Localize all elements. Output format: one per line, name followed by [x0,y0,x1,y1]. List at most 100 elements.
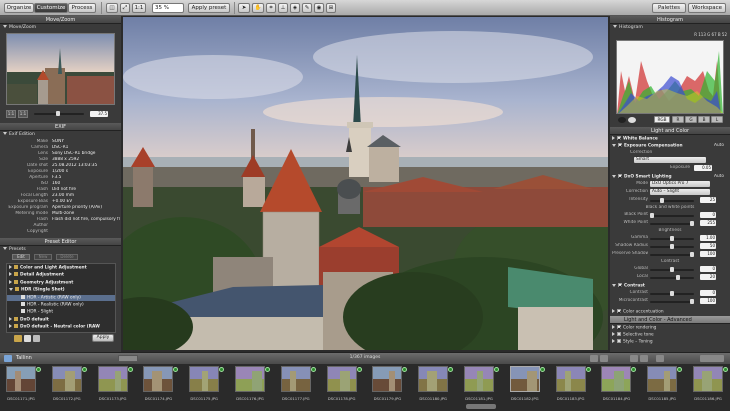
white-balance-section[interactable]: White Balance [612,136,728,142]
thumbnail[interactable] [280,366,311,392]
exposure-comp-section[interactable]: Exposure Compensation Auto [612,143,728,149]
tab-process[interactable]: Process [68,3,96,13]
thumbnail[interactable] [6,366,36,392]
thumbnail[interactable] [509,366,540,392]
preset-delete-button[interactable]: Delete [56,254,78,260]
exif-header[interactable]: EXIF [0,123,121,131]
preset-item[interactable]: DxO default [7,316,115,323]
fit-icon[interactable]: ⤢ [120,3,130,13]
contrast-value[interactable]: 0 [700,290,716,296]
apply-button[interactable]: Apply [92,334,114,342]
light-color-advanced-header[interactable]: Light and Color - Advanced [610,316,730,324]
shadow-clip-icon[interactable] [618,117,626,123]
preset-item[interactable]: DxO default - Neutral color (RAW [7,324,115,330]
straighten-icon[interactable]: ⊥ [278,3,288,13]
thumbnail[interactable] [464,366,494,392]
channel-button-r[interactable]: R [672,116,684,123]
local-value[interactable]: 20 [700,274,716,280]
gamma-slider[interactable] [650,236,694,241]
gamma-value[interactable]: 1.00 [700,235,716,241]
redeye-icon[interactable]: ◉ [314,3,324,13]
microcontrast-value[interactable]: 100 [700,298,716,304]
move-zoom-header[interactable]: Move/Zoom [0,16,121,24]
correction-select[interactable]: Smart [634,157,706,163]
global-value[interactable]: 0 [700,266,716,272]
filmstrip-scrollbar[interactable] [466,404,496,409]
preset-item[interactable]: HDR - Realistic (RAW only) [7,302,115,308]
preset-item[interactable]: Geometry Adjustment [7,279,115,286]
zoom-ratio-button[interactable]: 1:1 [132,3,146,13]
thumbnail[interactable] [51,366,82,392]
contrast-slider[interactable] [650,291,694,296]
workspace-menu[interactable]: Workspace [688,3,726,13]
compare-icon[interactable]: ◫ [106,3,118,13]
thumbnail[interactable] [647,366,678,392]
thumbnail[interactable] [601,366,632,392]
intensity-value[interactable]: 25 [700,197,716,203]
preset-item[interactable]: HDR - Artistic (RAW only) [7,294,115,301]
microcontrast-slider[interactable] [650,299,694,304]
channel-button-g[interactable]: G [685,116,697,123]
color-rendering-section[interactable]: Color rendering [612,325,728,331]
hand-icon[interactable]: ✋ [252,3,264,13]
palettes-menu[interactable]: Palettes [652,3,686,13]
thumbnail[interactable] [418,366,449,392]
smart-lighting-section[interactable]: DxO Smart Lighting Auto [612,174,728,180]
rotate-right-button[interactable] [640,355,648,362]
filter-button[interactable] [118,355,138,362]
star-button[interactable] [656,355,664,362]
new-folder-icon[interactable] [14,335,22,342]
next-image-button[interactable] [600,355,608,362]
light-color-header[interactable]: Light and Color [610,127,730,135]
white-point-slider[interactable] [650,221,694,226]
contrast-section[interactable]: Contrast [612,283,728,289]
apply-preset-button[interactable]: Apply preset [188,3,230,13]
zoom-value[interactable]: 37.5 [90,111,108,117]
grid-icon[interactable]: ⊞ [326,3,336,13]
shadow-radius-value[interactable]: 50 [700,243,716,249]
white-balance-icon[interactable]: ◈ [290,3,300,13]
preset-item[interactable]: Color and Light Adjustment [7,265,115,271]
preset-item[interactable]: HDR (Single Shot) [7,287,115,293]
preserve-shadows-slider[interactable] [650,252,694,257]
preset-item[interactable]: Detail Adjustment [7,272,115,278]
strip-size-slider[interactable] [700,355,724,362]
retouch-icon[interactable]: ✎ [302,3,312,13]
prev-image-button[interactable] [590,355,598,362]
rotate-left-button[interactable] [630,355,638,362]
thumbnail[interactable] [143,366,174,392]
black-point-slider[interactable] [650,213,694,218]
zoom-slider[interactable] [34,111,84,116]
preset-item[interactable]: HDR - Slight [7,309,115,315]
preset-editor-header[interactable]: Preset Editor [0,238,121,246]
preset-new-button[interactable]: New [34,254,52,260]
import-preset-icon[interactable] [33,335,40,342]
thumbnail[interactable] [97,366,128,392]
thumbnail[interactable] [326,366,357,392]
navigator-thumbnail[interactable] [6,33,115,105]
mode-select[interactable]: DxO Optics Pro 7 [650,181,710,187]
intensity-slider[interactable] [650,198,694,203]
crop-icon[interactable]: ⌗ [266,3,276,13]
zoom-fit-button[interactable]: 1:1 [6,110,16,118]
thumbnail[interactable] [372,366,403,392]
white-point-value[interactable]: 255 [700,220,716,226]
histogram-header[interactable]: Histogram [610,16,730,24]
shadow-radius-slider[interactable] [650,244,694,249]
channel-button-b[interactable]: B [698,116,710,123]
global-slider[interactable] [650,267,694,272]
preset-edit-button[interactable]: Edit [12,254,30,260]
zoom-field[interactable]: 35 % [152,3,184,13]
channel-button-l[interactable]: L [711,116,723,123]
highlight-clip-icon[interactable] [628,117,636,123]
tab-customize[interactable]: Customize [34,3,68,13]
thumbnail[interactable] [189,366,220,392]
pointer-icon[interactable]: ➤ [238,3,250,13]
main-image-viewer[interactable] [123,17,608,350]
zoom-100-button[interactable]: 1:1 [18,110,28,118]
thumbnail[interactable] [693,366,723,392]
channel-button-rgb[interactable]: RGB [654,116,670,123]
selective-tone-section[interactable]: Selective tone [612,332,728,338]
tab-organize[interactable]: Organize [4,3,34,13]
exposure-value[interactable]: 0.05 [694,165,712,171]
